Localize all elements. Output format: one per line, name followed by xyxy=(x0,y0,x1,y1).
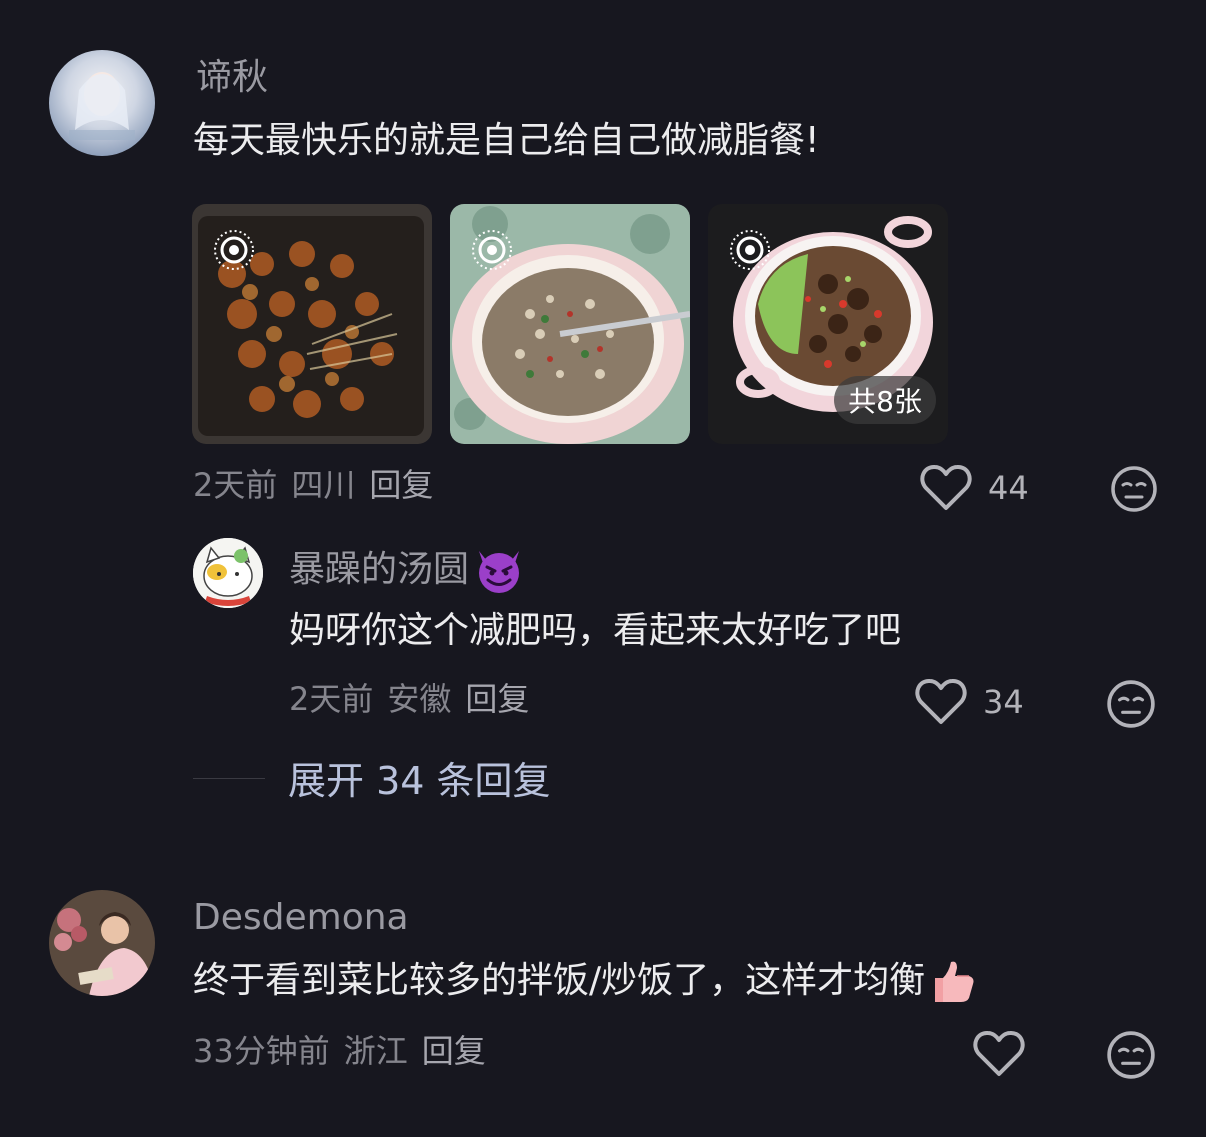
comment-username[interactable]: Desdemona xyxy=(193,896,409,940)
expand-replies-button[interactable]: 展开 34 条回复 xyxy=(288,758,551,804)
like-count: 44 xyxy=(988,469,1029,507)
heart-outline-icon xyxy=(973,1031,1025,1076)
heart-outline-icon xyxy=(915,679,967,724)
comment-text-content: 终于看到菜比较多的拌饭/炒饭了，这样才均衡 xyxy=(193,960,926,1001)
live-photo-icon xyxy=(472,230,512,270)
smiling-devil-emoji xyxy=(479,551,520,593)
like-button[interactable]: 44 xyxy=(920,464,1029,512)
avatar[interactable] xyxy=(193,538,263,608)
reply-time: 2天前 xyxy=(289,680,374,718)
meh-face-icon[interactable] xyxy=(1110,465,1158,513)
live-photo-icon xyxy=(730,230,770,270)
comment-photo[interactable] xyxy=(192,204,432,444)
comment-location: 四川 xyxy=(291,466,356,504)
comment-photo[interactable] xyxy=(450,204,690,444)
reply-meta: 2天前 安徽 回复 xyxy=(289,679,543,719)
thumbs-up-emoji xyxy=(935,961,974,1002)
photo-count-badge: 共8张 xyxy=(834,376,936,424)
heart-outline-icon xyxy=(920,465,972,510)
comment-time: 2天前 xyxy=(193,466,278,504)
comment-photo[interactable]: 共8张 xyxy=(708,204,948,444)
live-photo-icon xyxy=(214,230,254,270)
reply-username-text: 暴躁的汤圆 xyxy=(289,549,470,590)
like-count: 34 xyxy=(983,683,1024,721)
comment-username[interactable]: 谛秋 xyxy=(196,56,268,100)
comment-thread: 谛秋 每天最快乐的就是自己给自己做减脂餐! 共8张 2天前 四川 回复 44 暴… xyxy=(0,0,1206,1137)
reply-button[interactable]: 回复 xyxy=(422,1032,486,1070)
avatar[interactable] xyxy=(49,890,155,996)
like-button[interactable] xyxy=(973,1030,1025,1078)
expand-divider xyxy=(193,778,265,779)
reply-text: 妈呀你这个减肥吗，看起来太好吃了吧 xyxy=(289,610,902,651)
reply-location: 安徽 xyxy=(387,680,452,718)
comment-location: 浙江 xyxy=(343,1032,408,1070)
comment-time: 33分钟前 xyxy=(193,1032,330,1070)
comment-meta: 33分钟前 浙江 回复 xyxy=(193,1031,500,1071)
comment-text: 终于看到菜比较多的拌饭/炒饭了，这样才均衡 xyxy=(193,958,977,1004)
reply-username[interactable]: 暴躁的汤圆 xyxy=(289,545,525,595)
meh-face-icon[interactable] xyxy=(1106,679,1156,729)
reply-button[interactable]: 回复 xyxy=(369,466,433,504)
comment-text: 每天最快乐的就是自己给自己做减脂餐! xyxy=(193,120,820,161)
avatar[interactable] xyxy=(49,50,155,156)
reply-button[interactable]: 回复 xyxy=(465,680,529,718)
comment-meta: 2天前 四川 回复 xyxy=(193,465,447,505)
like-button[interactable]: 34 xyxy=(915,678,1024,726)
meh-face-icon[interactable] xyxy=(1106,1030,1156,1080)
